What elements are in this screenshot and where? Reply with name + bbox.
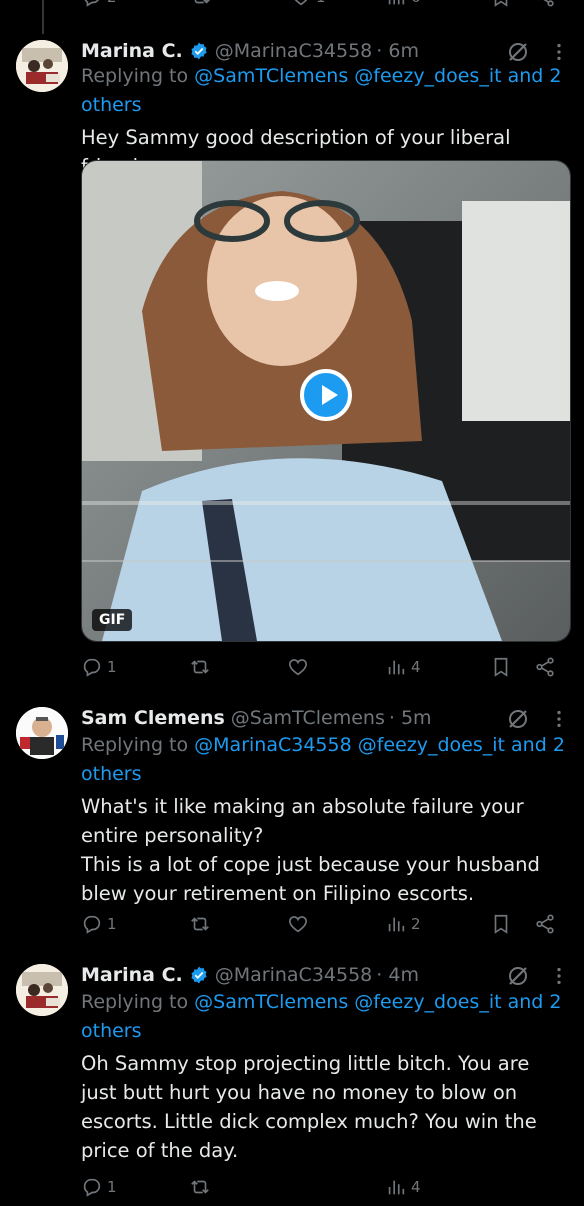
reply-count: 1 xyxy=(107,915,117,933)
play-icon[interactable] xyxy=(300,369,352,421)
reply-button[interactable]: 1 xyxy=(81,913,117,935)
grok-icon[interactable] xyxy=(506,707,530,731)
retweet-icon xyxy=(189,913,211,935)
thread-line xyxy=(42,0,44,34)
views-count: 6 xyxy=(411,0,421,6)
like-count: 1 xyxy=(316,0,326,6)
grok-icon[interactable] xyxy=(506,40,530,64)
views-icon xyxy=(385,1176,407,1198)
views-count: 4 xyxy=(411,1178,421,1196)
reply-icon xyxy=(81,913,103,935)
verified-icon xyxy=(189,965,209,985)
retweet-icon xyxy=(189,656,211,678)
replying-to: Replying to @MarinaC34558 @feezy_does_it… xyxy=(81,731,571,789)
reply-button[interactable]: 2 xyxy=(81,0,117,8)
views-icon xyxy=(385,913,407,935)
bookmark-button[interactable] xyxy=(490,0,512,8)
tweet-gif[interactable]: GIF xyxy=(81,160,571,642)
verified-icon xyxy=(189,41,209,61)
timestamp[interactable]: · 4m xyxy=(376,964,419,986)
tweet-text: What's it like making an absolute failur… xyxy=(81,795,540,905)
replying-to: Replying to @SamTClemens @feezy_does_it … xyxy=(81,988,571,1046)
replying-to-label: Replying to xyxy=(81,65,195,87)
user-handle[interactable]: @SamTClemens xyxy=(231,707,385,729)
retweet-icon xyxy=(189,1176,211,1198)
share-icon xyxy=(534,656,556,678)
like-button[interactable] xyxy=(287,913,309,935)
timestamp[interactable]: · 6m xyxy=(376,40,419,62)
previous-tweet-actions: 2 1 6 xyxy=(0,0,584,10)
bookmark-icon xyxy=(490,656,512,678)
views-icon xyxy=(385,656,407,678)
more-icon[interactable] xyxy=(548,965,570,987)
reply-button[interactable]: 1 xyxy=(81,1176,117,1198)
retweet-button[interactable] xyxy=(189,1176,211,1198)
share-button[interactable] xyxy=(534,913,556,935)
avatar[interactable] xyxy=(16,964,68,1016)
reply-button[interactable]: 1 xyxy=(81,656,117,678)
display-name[interactable]: Marina C. xyxy=(81,964,183,986)
tweet[interactable]: Marina C. @MarinaC34558 · 4m Replying to… xyxy=(0,960,584,1200)
like-button[interactable] xyxy=(287,656,309,678)
reply-count: 1 xyxy=(107,1178,117,1196)
tweet-actions: 1 2 xyxy=(81,913,571,943)
share-icon xyxy=(534,913,556,935)
retweet-button[interactable] xyxy=(189,656,211,678)
views-button[interactable]: 4 xyxy=(385,656,421,678)
like-icon xyxy=(287,656,309,678)
tweet[interactable]: Marina C. @MarinaC34558 · 6m Replying to… xyxy=(0,36,584,686)
retweet-button[interactable] xyxy=(189,913,211,935)
tweet-actions: 1 4 xyxy=(81,656,571,686)
display-name[interactable]: Sam Clemens xyxy=(81,707,225,729)
avatar[interactable] xyxy=(16,707,68,759)
retweet-button[interactable] xyxy=(190,0,212,8)
user-handle[interactable]: @MarinaC34558 xyxy=(215,964,373,986)
like-icon xyxy=(287,913,309,935)
like-button[interactable]: 1 xyxy=(290,0,326,8)
replying-to-label: Replying to xyxy=(81,734,195,756)
tweet-text: Oh Sammy stop projecting little bitch. Y… xyxy=(81,1052,537,1162)
reply-count: 2 xyxy=(107,0,117,6)
more-icon[interactable] xyxy=(548,708,570,730)
more-icon[interactable] xyxy=(548,41,570,63)
bookmark-button[interactable] xyxy=(490,913,512,935)
views-button[interactable]: 4 xyxy=(385,1176,421,1198)
bookmark-icon xyxy=(490,913,512,935)
timestamp[interactable]: · 5m xyxy=(389,707,432,729)
user-handle[interactable]: @MarinaC34558 xyxy=(215,40,373,62)
replying-to-label: Replying to xyxy=(81,991,195,1013)
reply-icon xyxy=(81,1176,103,1198)
tweet-actions: 1 4 xyxy=(81,1176,571,1206)
tweet[interactable]: Sam Clemens @SamTClemens · 5m Replying t… xyxy=(0,703,584,948)
replying-to: Replying to @SamTClemens @feezy_does_it … xyxy=(81,62,571,120)
reply-count: 1 xyxy=(107,658,117,676)
views-button[interactable]: 2 xyxy=(385,913,421,935)
display-name[interactable]: Marina C. xyxy=(81,40,183,62)
grok-icon[interactable] xyxy=(506,964,530,988)
reply-icon xyxy=(81,656,103,678)
share-button[interactable] xyxy=(534,656,556,678)
views-button[interactable]: 6 xyxy=(385,0,421,8)
gif-badge: GIF xyxy=(92,609,133,631)
share-button[interactable] xyxy=(534,0,556,8)
views-count: 4 xyxy=(411,658,421,676)
bookmark-button[interactable] xyxy=(490,656,512,678)
avatar[interactable] xyxy=(16,40,68,92)
views-count: 2 xyxy=(411,915,421,933)
